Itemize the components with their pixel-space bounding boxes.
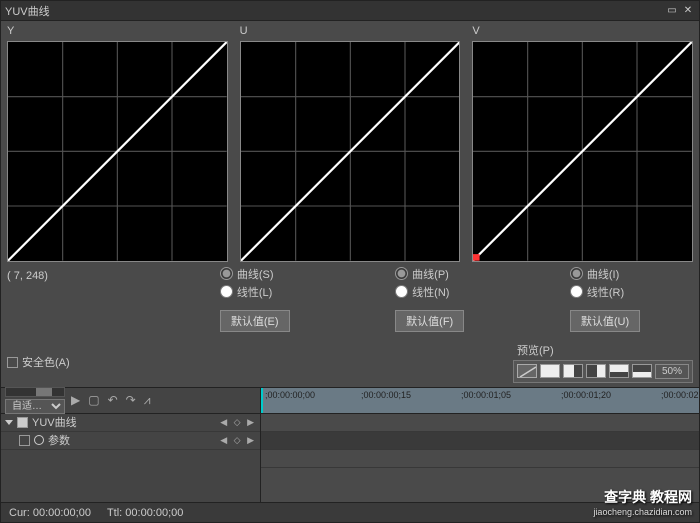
track-checkbox-icon[interactable] (19, 435, 30, 446)
track-checkbox-icon[interactable] (17, 417, 28, 428)
v-linear-radio[interactable]: 线性(R) (570, 284, 640, 300)
timeline-zoom-scrollbar[interactable] (5, 387, 65, 397)
y-default-button[interactable]: 默认值(E) (220, 310, 290, 332)
v-default-button[interactable]: 默认值(U) (570, 310, 640, 332)
u-default-button[interactable]: 默认值(F) (395, 310, 464, 332)
keyframe-nav-icon[interactable]: ◀ ◇ ▶ (220, 417, 256, 428)
keyframe-nav-icon[interactable]: ◀ ◇ ▶ (220, 435, 256, 446)
timeline-fit-dropdown[interactable]: 自适… (5, 399, 65, 414)
y-linear-radio[interactable]: 线性(L) (220, 284, 290, 300)
preview-bottom-icon[interactable] (632, 364, 652, 378)
timeline-ruler[interactable]: ;00:00:00;00 ;00:00:00;15 ;00:00:01;05 ;… (261, 388, 699, 413)
preview-full-icon[interactable] (540, 364, 560, 378)
curve-y-label: Y (7, 25, 228, 39)
undo-icon[interactable]: ↶ (106, 393, 120, 407)
u-linear-radio[interactable]: 线性(N) (395, 284, 464, 300)
expand-icon[interactable] (5, 420, 13, 425)
redo-icon[interactable]: ↷ (124, 393, 138, 407)
current-time: Cur: 00:00:00;00 (9, 507, 91, 519)
track-row[interactable]: YUV曲线 ◀ ◇ ▶ (1, 414, 260, 432)
preview-percent-button[interactable]: 50% (655, 364, 689, 379)
titlebar: YUV曲线 ▭ ✕ (1, 1, 699, 21)
curve-v-label: V (472, 25, 693, 39)
window-util-icon[interactable]: ▭ (665, 4, 679, 18)
play-button[interactable]: ▶ (69, 393, 82, 407)
preview-toolbar: 50% (513, 360, 693, 383)
coord-readout: ( 7, 248) (7, 266, 167, 282)
track-name: 参数 (48, 432, 70, 448)
preview-disable-icon[interactable] (517, 364, 537, 378)
track-row[interactable]: 参数 ◀ ◇ ▶ (1, 432, 260, 450)
preview-label: 预览(P) (513, 342, 693, 358)
curve-v-editor[interactable] (472, 41, 693, 262)
loop-icon[interactable] (34, 435, 44, 445)
curve-u-editor[interactable] (240, 41, 461, 262)
playhead[interactable] (261, 388, 263, 413)
timeline-lanes[interactable] (261, 414, 699, 502)
preview-right-icon[interactable] (586, 364, 606, 378)
y-curve-radio[interactable]: 曲线(S) (220, 266, 290, 282)
v-curve-radio[interactable]: 曲线(I) (570, 266, 640, 282)
window-close-icon[interactable]: ✕ (681, 4, 695, 18)
track-name: YUV曲线 (32, 414, 77, 430)
graph-icon[interactable]: ⩘ (142, 393, 153, 408)
preview-top-icon[interactable] (609, 364, 629, 378)
window-title: YUV曲线 (5, 3, 50, 19)
safe-color-checkbox[interactable]: 安全色(A) (7, 354, 70, 370)
curve-y-editor[interactable] (7, 41, 228, 262)
total-time: Ttl: 00:00:00;00 (107, 507, 183, 519)
curve-u-label: U (240, 25, 461, 39)
u-curve-radio[interactable]: 曲线(P) (395, 266, 464, 282)
monitor-icon[interactable]: ▢ (86, 393, 101, 407)
preview-left-icon[interactable] (563, 364, 583, 378)
checkbox-icon (7, 357, 18, 368)
